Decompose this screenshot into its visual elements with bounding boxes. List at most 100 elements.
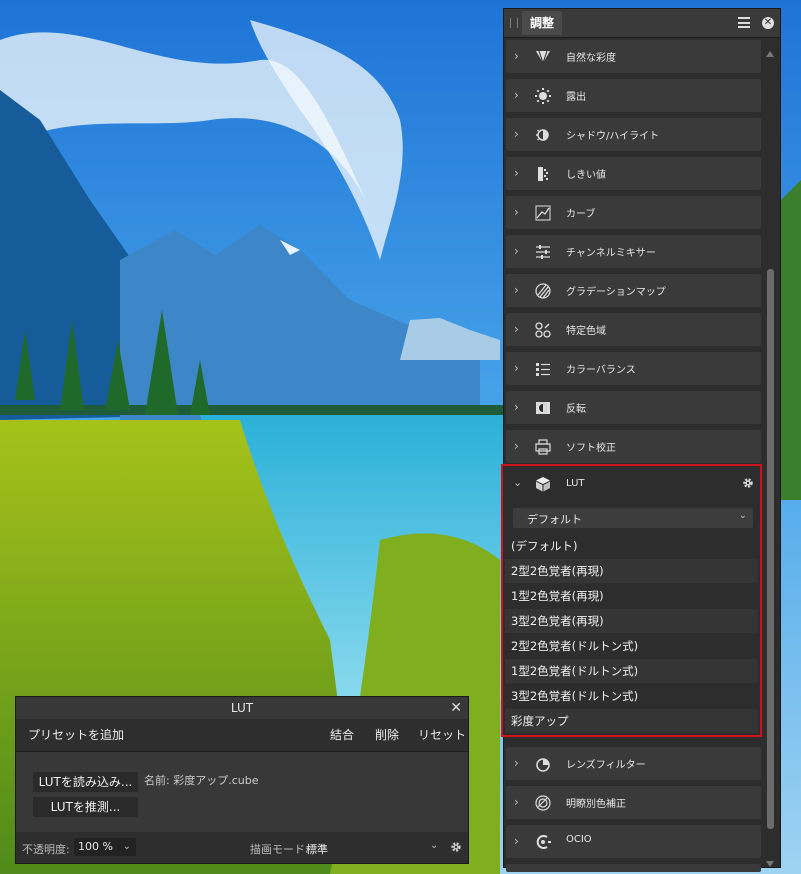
- adjustment-label: チャンネルミキサー: [566, 248, 656, 259]
- panel-grip-handle[interactable]: [510, 18, 518, 28]
- chevron-right-icon: ›: [514, 361, 519, 375]
- chevron-down-icon: ⌄: [738, 510, 747, 521]
- lut-label: LUT: [566, 478, 585, 489]
- adjustment-gradient-map[interactable]: › グラデーションマップ: [506, 274, 761, 307]
- adjustment-label: 露出: [566, 92, 586, 103]
- reset-button[interactable]: リセット: [418, 726, 466, 743]
- opacity-dropdown[interactable]: 100 % ⌄: [74, 838, 136, 856]
- adjustment-label: レンズフィルター: [566, 760, 646, 771]
- chevron-right-icon: ›: [514, 322, 519, 336]
- lut-option[interactable]: 1型2色覚者(ドルトン式): [505, 659, 758, 683]
- lut-dropdown-value: デフォルト: [527, 513, 582, 526]
- split-toning-icon: [535, 795, 551, 811]
- adjustment-color-balance[interactable]: › カラーバランス: [506, 352, 761, 385]
- adjustment-label: 明瞭別色補正: [566, 799, 626, 810]
- scroll-down-arrow-icon[interactable]: [766, 861, 774, 867]
- lut-option[interactable]: 3型2色覚者(再現): [505, 609, 758, 633]
- adjustment-invert[interactable]: › 反転: [506, 391, 761, 424]
- lut-adjustment-expanded: ⌄ LUT デフォルト ⌄ (デフォルト) 2型2色覚者(再現) 1型2色覚者(…: [501, 464, 762, 737]
- adjustment-split-toning[interactable]: › 明瞭別色補正: [506, 786, 761, 819]
- lut-cube-icon: [536, 477, 550, 492]
- chevron-right-icon: ›: [514, 205, 519, 219]
- exposure-icon: [535, 88, 551, 104]
- adjustment-channel-mixer[interactable]: › チャンネルミキサー: [506, 235, 761, 268]
- chevron-right-icon: ›: [514, 795, 519, 809]
- lut-preset-dropdown[interactable]: デフォルト ⌄: [513, 508, 753, 528]
- adjustment-selective-color[interactable]: › 特定色域: [506, 313, 761, 346]
- shadows-highlights-icon: [536, 129, 549, 141]
- chevron-down-icon[interactable]: ⌄: [430, 840, 438, 851]
- adjustment-label: しきい値: [566, 170, 606, 181]
- lut-option[interactable]: 2型2色覚者(再現): [505, 559, 758, 583]
- adjustment-label: 反転: [566, 404, 586, 415]
- lens-filter-icon: [536, 758, 550, 772]
- gear-icon[interactable]: [450, 841, 462, 853]
- tab-adjustments[interactable]: 調整: [522, 11, 563, 35]
- dialog-body: LUTを読み込み... 名前: 彩度アップ.cube LUTを推測...: [16, 752, 468, 832]
- dialog-footer: 不透明度: 100 % ⌄ 描画モード: 標準 ⌄: [16, 832, 468, 863]
- ocio-icon: [536, 835, 551, 849]
- lut-option[interactable]: 1型2色覚者(再現): [505, 584, 758, 608]
- adjustment-vibrance[interactable]: › 自然な彩度: [506, 40, 761, 73]
- lut-header[interactable]: ⌄ LUT: [503, 466, 760, 504]
- gear-icon[interactable]: [742, 477, 754, 489]
- chevron-down-icon: ⌄: [122, 841, 131, 852]
- adjustment-threshold[interactable]: › しきい値: [506, 157, 761, 190]
- add-preset-button[interactable]: プリセットを追加: [28, 726, 124, 743]
- panel-scrollbar[interactable]: [766, 49, 776, 869]
- chevron-right-icon: ›: [514, 127, 519, 141]
- opacity-label: 不透明度:: [22, 843, 70, 856]
- opacity-value: 100 %: [78, 840, 113, 853]
- chevron-down-icon: ⌄: [513, 476, 523, 489]
- blend-mode-dropdown[interactable]: 標準: [306, 841, 328, 857]
- chevron-right-icon: ›: [514, 756, 519, 770]
- adjustment-label: 自然な彩度: [566, 53, 616, 64]
- adjustment-curves[interactable]: › カーブ: [506, 196, 761, 229]
- chevron-right-icon: ›: [514, 834, 519, 848]
- dialog-title: LUT: [230, 701, 254, 715]
- merge-button[interactable]: 結合: [330, 726, 354, 743]
- close-icon[interactable]: ✕: [450, 697, 462, 719]
- adjustment-ocio[interactable]: › OCIO: [506, 825, 761, 858]
- adjustment-label: OCIO: [566, 834, 592, 845]
- dialog-toolbar: プリセットを追加 結合 削除 リセット: [16, 719, 468, 752]
- vibrance-icon: [536, 50, 550, 64]
- channel-mixer-icon: [536, 245, 550, 259]
- soft-proof-icon: [535, 439, 551, 455]
- adjustment-soft-proof[interactable]: › ソフト校正: [506, 430, 761, 463]
- adjustment-partial-item[interactable]: [506, 864, 761, 872]
- adjustment-shadows-highlights[interactable]: › シャドウ/ハイライト: [506, 118, 761, 151]
- load-lut-button[interactable]: LUTを読み込み...: [33, 772, 138, 792]
- scroll-up-arrow-icon[interactable]: [766, 51, 774, 57]
- lut-option[interactable]: 2型2色覚者(ドルトン式): [505, 634, 758, 658]
- chevron-right-icon: ›: [514, 88, 519, 102]
- panel-close-icon[interactable]: ✕: [762, 17, 774, 29]
- infer-lut-button[interactable]: LUTを推測...: [33, 797, 138, 817]
- panel-menu-icon[interactable]: [738, 17, 750, 28]
- adjustment-label: シャドウ/ハイライト: [566, 131, 660, 142]
- chevron-right-icon: ›: [514, 49, 519, 63]
- color-balance-icon: [536, 363, 550, 376]
- delete-button[interactable]: 削除: [375, 726, 399, 743]
- adjustment-label: カーブ: [566, 209, 596, 220]
- curves-icon: [535, 205, 551, 221]
- adjustment-lens-filter[interactable]: › レンズフィルター: [506, 747, 761, 780]
- chevron-right-icon: ›: [514, 400, 519, 414]
- lut-option[interactable]: 彩度アップ: [505, 709, 758, 733]
- adjustment-exposure[interactable]: › 露出: [506, 79, 761, 112]
- blend-mode-label: 描画モード:: [250, 843, 309, 856]
- threshold-icon: [538, 167, 548, 181]
- lut-option[interactable]: 3型2色覚者(ドルトン式): [505, 684, 758, 708]
- dialog-titlebar[interactable]: LUT ✕: [16, 697, 468, 719]
- chevron-right-icon: ›: [514, 244, 519, 258]
- lut-option[interactable]: (デフォルト): [505, 534, 758, 558]
- adjustment-label: 特定色域: [566, 326, 606, 337]
- lut-file-name: 名前: 彩度アップ.cube: [144, 774, 259, 787]
- adjustment-label: ソフト校正: [566, 443, 616, 454]
- gradient-map-icon: [535, 283, 551, 299]
- adjustment-label: カラーバランス: [566, 365, 636, 376]
- adjustments-panel: 調整 ✕ › 自然な彩度 › 露出 › シャドウ/ハイライト › しきい値 ›: [503, 8, 781, 872]
- chevron-right-icon: ›: [514, 439, 519, 453]
- chevron-right-icon: ›: [514, 166, 519, 180]
- scrollbar-thumb[interactable]: [767, 269, 774, 829]
